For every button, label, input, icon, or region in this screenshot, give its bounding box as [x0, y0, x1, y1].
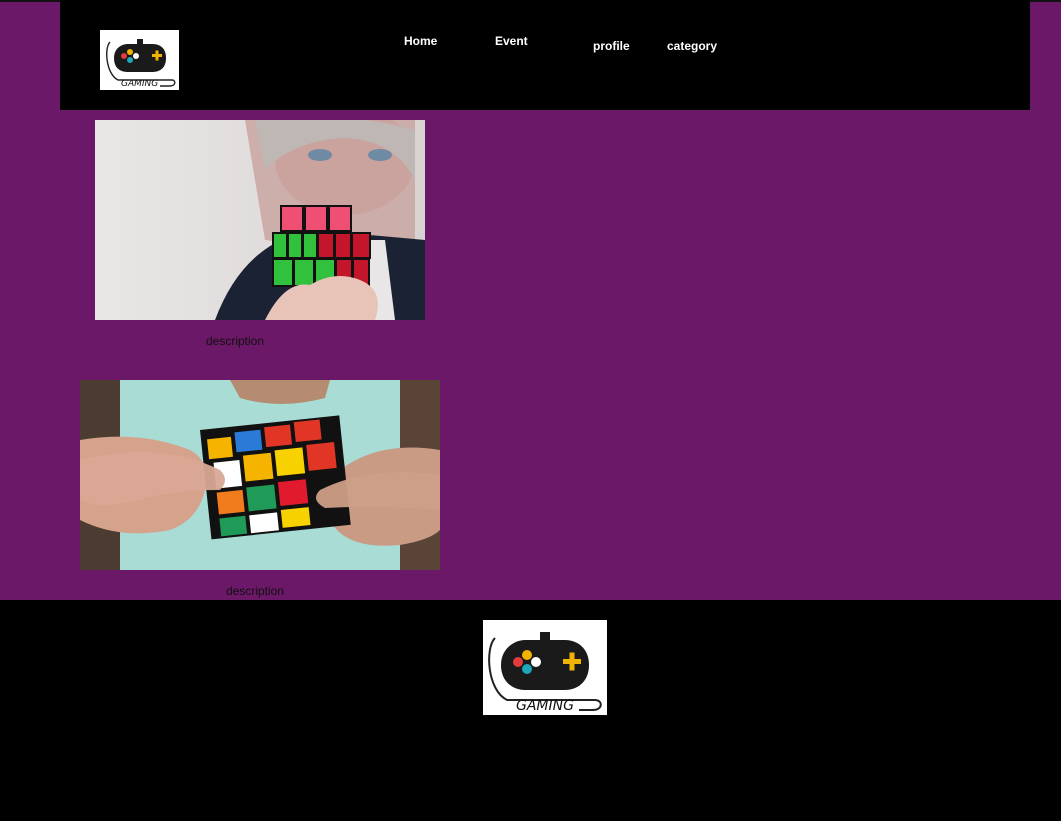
footer-logo-text: GAMING — [516, 698, 574, 714]
card-image-2[interactable] — [80, 380, 440, 570]
nav-home[interactable]: Home — [404, 34, 437, 48]
card-image-1[interactable] — [95, 120, 425, 320]
gamepad-logo-icon: GAMING — [106, 39, 176, 89]
site-logo[interactable]: GAMING — [100, 30, 179, 90]
card-description-1: description — [205, 334, 265, 348]
header: GAMING Home Event profile category — [60, 0, 1030, 110]
rubiks-cube-man-photo — [95, 120, 425, 320]
card-description-2: description — [225, 584, 285, 598]
footer-logo[interactable]: GAMING — [483, 620, 607, 715]
rubiks-cube-hands-photo — [80, 380, 440, 570]
footer: GAMING — [0, 600, 1061, 821]
nav-event[interactable]: Event — [495, 34, 528, 48]
logo-text: GAMING — [121, 79, 158, 89]
nav-category[interactable]: category — [667, 39, 717, 53]
nav-profile[interactable]: profile — [593, 39, 630, 53]
gamepad-logo-icon: GAMING — [488, 632, 602, 714]
